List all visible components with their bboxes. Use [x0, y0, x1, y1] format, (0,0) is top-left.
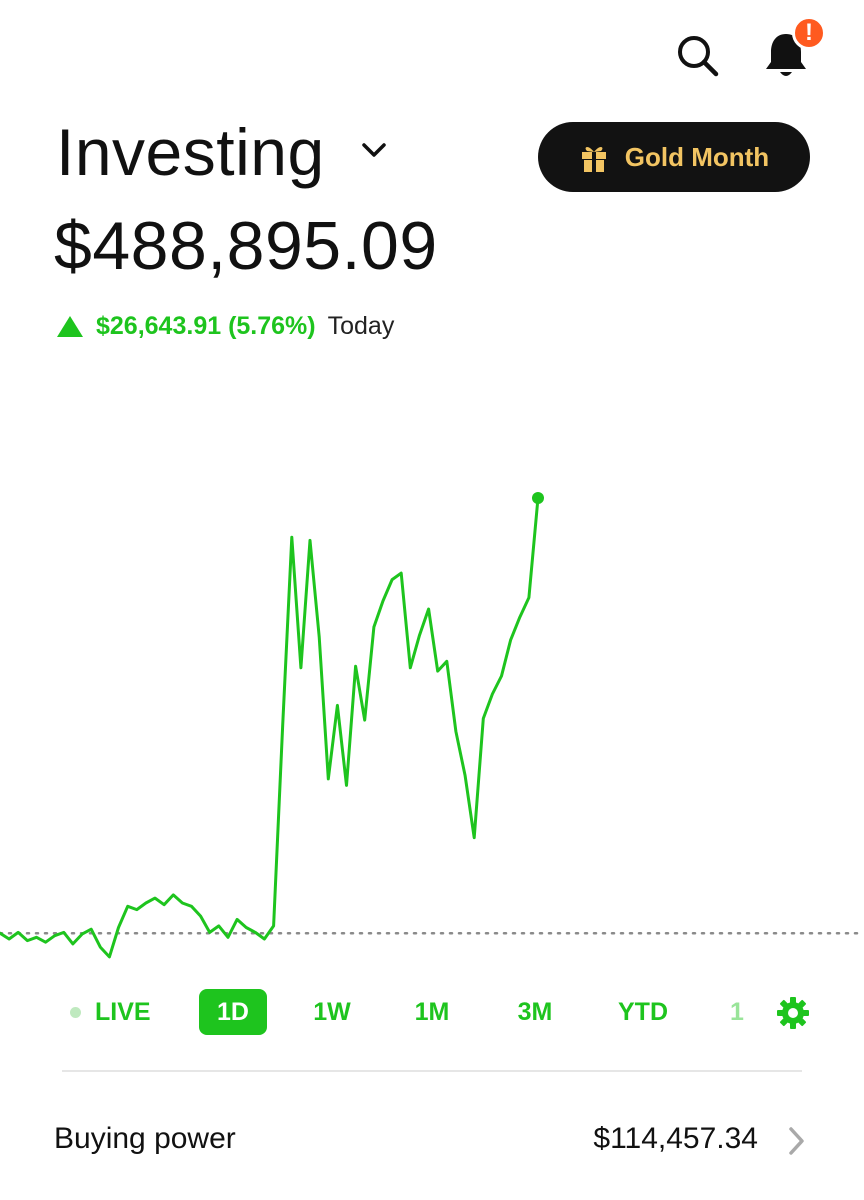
chevron-down-icon — [362, 143, 386, 157]
buying-power-value: $114,457.34 — [593, 1122, 758, 1155]
range-tab-ytd[interactable]: YTD — [610, 988, 676, 1036]
portfolio-value: $488,895.09 — [54, 208, 438, 284]
range-selector: LIVE 1D 1W 1M 3M YTD 1 — [0, 988, 864, 1038]
series-line — [0, 496, 540, 959]
divider — [62, 1070, 802, 1072]
gold-month-button[interactable]: Gold Month — [538, 122, 810, 192]
chevron-right-icon — [789, 1127, 804, 1155]
search-icon — [678, 36, 719, 77]
gold-month-label: Gold Month — [624, 141, 770, 172]
account-title[interactable]: Investing — [56, 112, 325, 192]
buying-power-row[interactable]: Buying power $114,457.34 — [0, 1106, 864, 1176]
range-tab-1w[interactable]: 1W — [302, 988, 362, 1036]
change-period: Today — [327, 311, 395, 340]
search-button[interactable] — [672, 30, 724, 82]
portfolio-chart[interactable] — [0, 470, 864, 970]
range-tab-1y[interactable]: 1 — [730, 988, 750, 1036]
range-tab-live-label: LIVE — [95, 998, 151, 1026]
up-arrow-icon — [57, 316, 83, 337]
range-tab-live[interactable]: LIVE — [70, 988, 151, 1036]
daily-change: $26,643.91 (5.76%) Today — [56, 306, 394, 346]
chart-settings-button[interactable] — [776, 996, 810, 1030]
range-tab-1m[interactable]: 1M — [402, 988, 462, 1036]
account-switcher[interactable] — [358, 138, 390, 162]
gear-icon — [777, 997, 809, 1029]
current-value-dot — [532, 492, 544, 505]
change-amount: $26,643.91 (5.76%) — [96, 311, 316, 340]
buying-power-label: Buying power — [54, 1122, 236, 1155]
notification-badge: ! — [792, 16, 826, 50]
range-tab-3m[interactable]: 3M — [504, 988, 566, 1036]
range-tab-1d[interactable]: 1D — [199, 989, 267, 1035]
live-indicator-dot — [70, 1006, 81, 1018]
gift-icon — [581, 146, 606, 172]
